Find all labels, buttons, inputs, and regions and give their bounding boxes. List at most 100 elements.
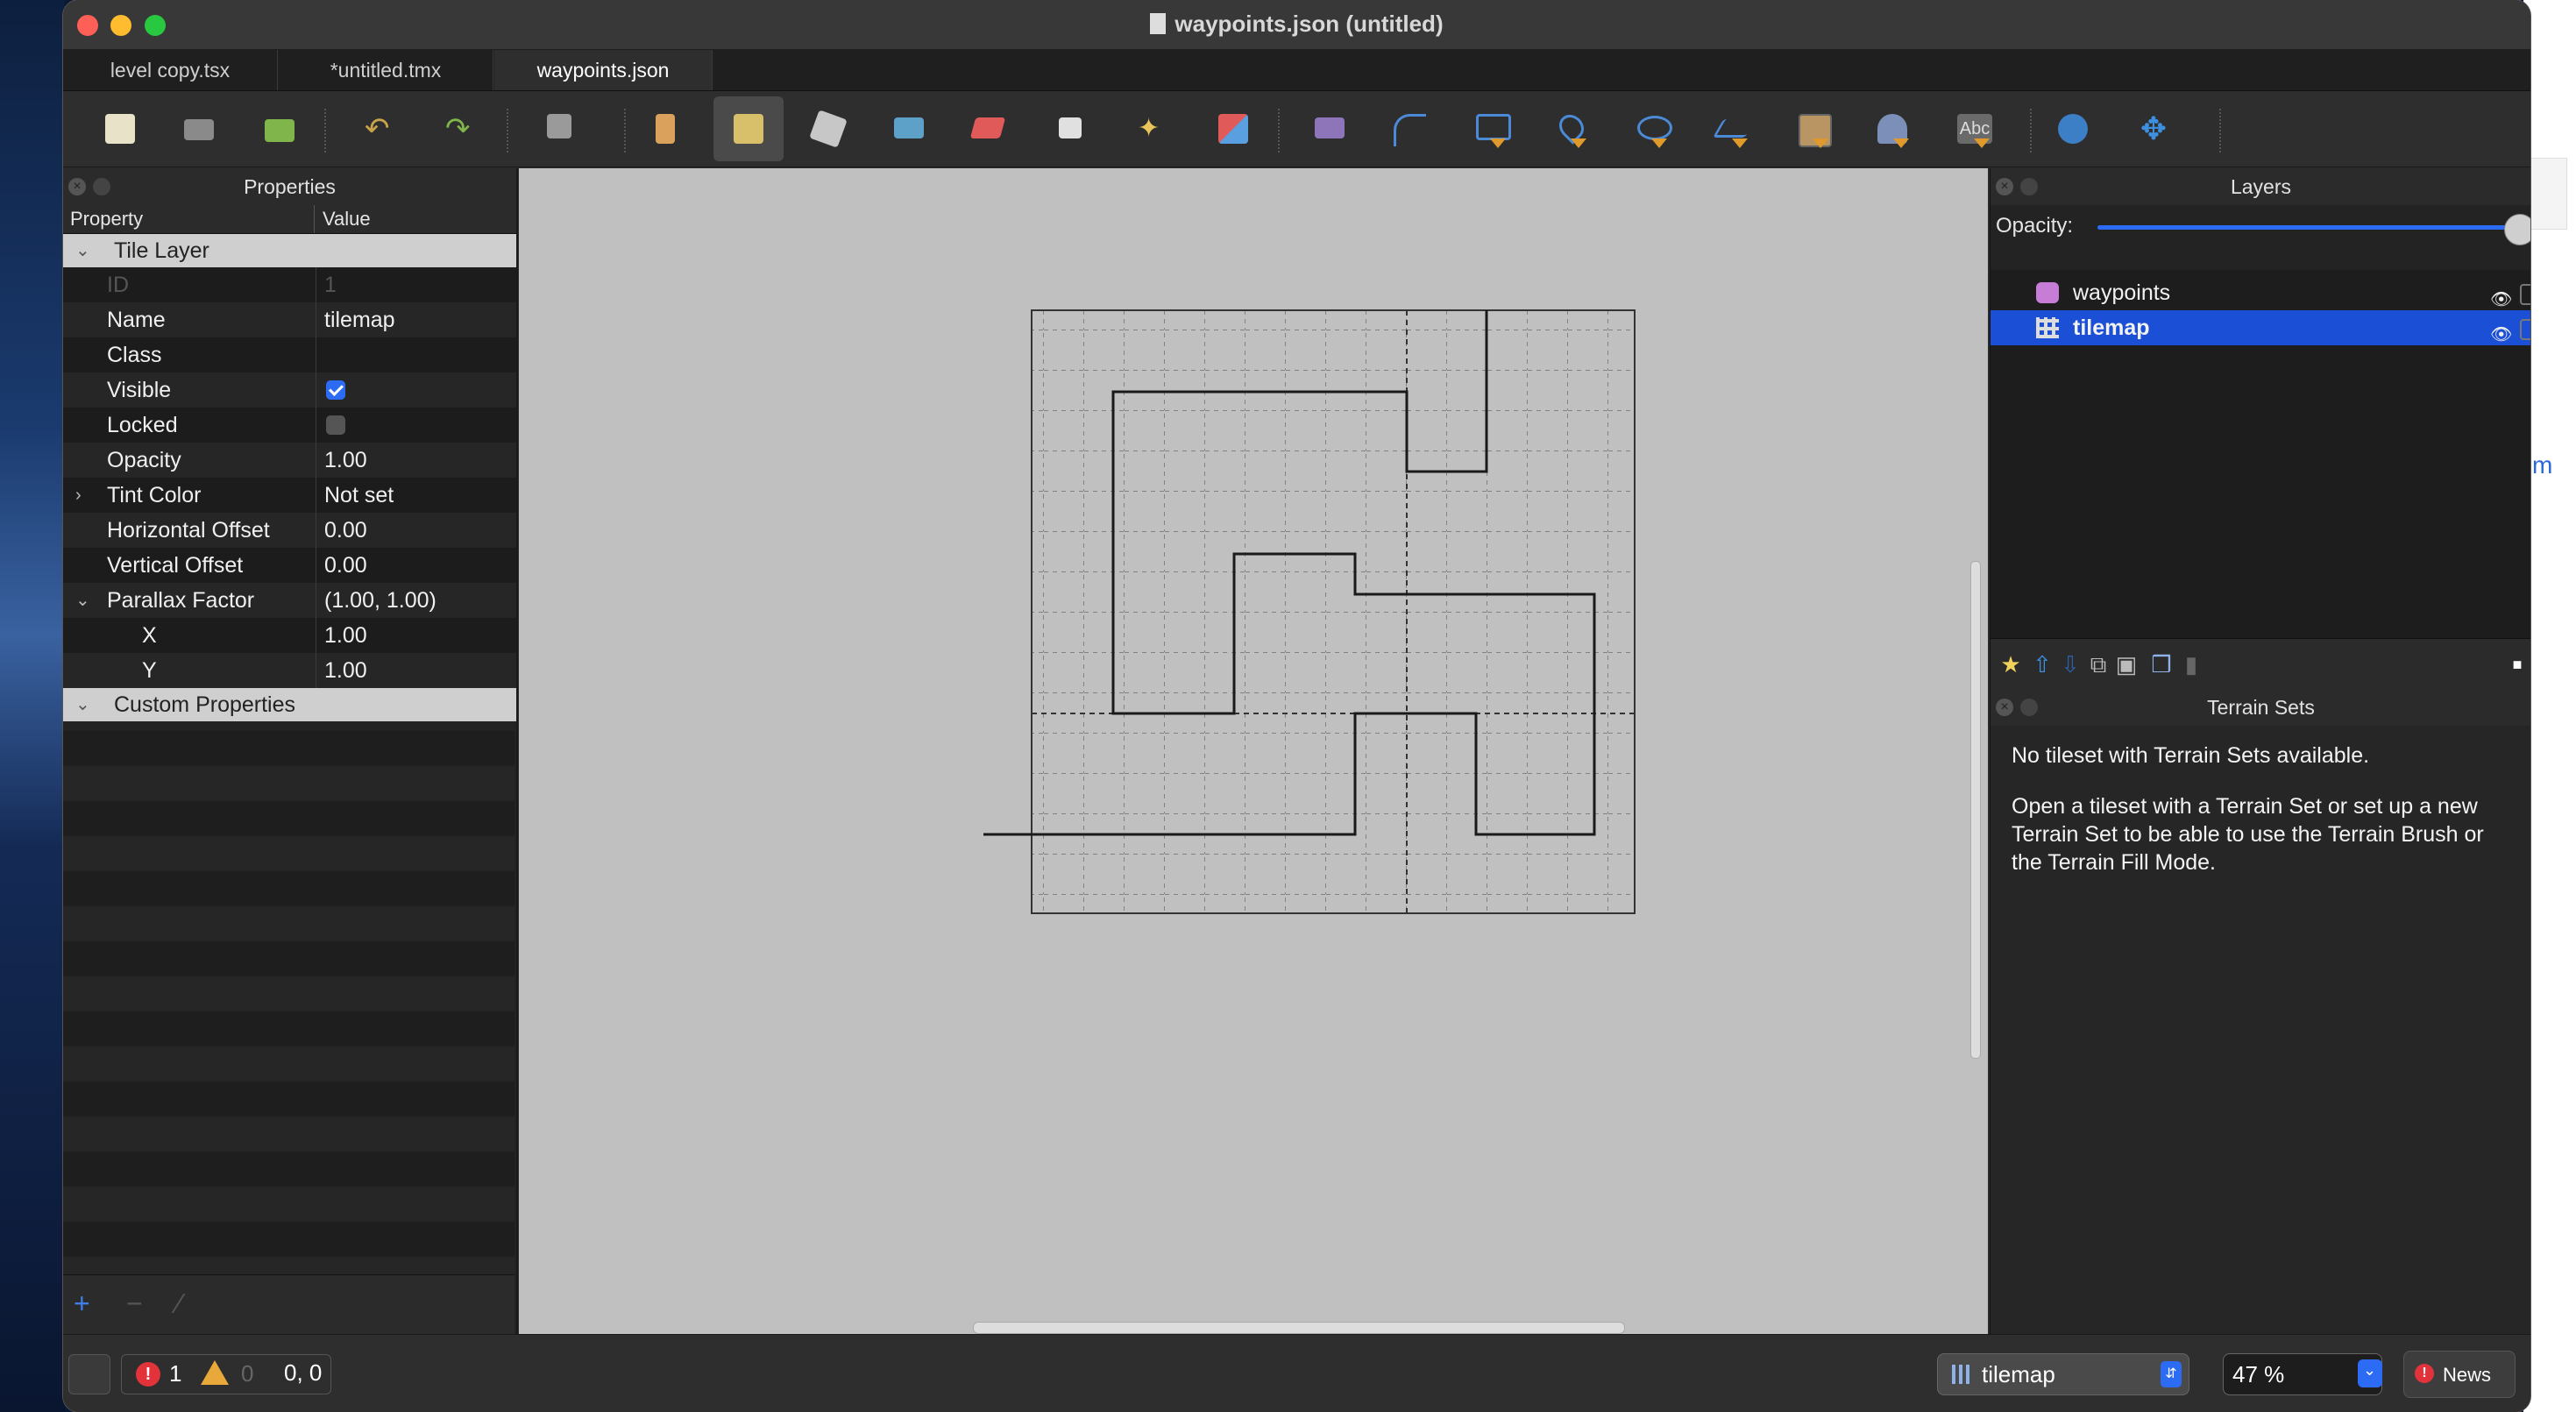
eraser-icon[interactable] [966, 107, 1010, 151]
horizontal-scrollbar[interactable] [973, 1322, 1625, 1334]
chevron-down-icon[interactable] [1813, 138, 1828, 148]
property-value[interactable]: 1.00 [324, 443, 367, 478]
column-value[interactable]: Value [323, 208, 371, 231]
opacity-slider-handle[interactable] [2504, 214, 2530, 245]
save-icon[interactable] [258, 107, 302, 151]
vertical-scrollbar[interactable] [1970, 561, 1981, 1059]
properties-panel-header: × Properties [63, 168, 516, 205]
group-tile-layer[interactable]: ⌄ Tile Layer [63, 234, 516, 267]
chevron-down-icon[interactable] [1732, 138, 1748, 148]
property-row-vertical-offset[interactable]: Vertical Offset 0.00 [63, 548, 516, 583]
close-panel-icon[interactable]: × [1996, 178, 2013, 195]
chevron-down-icon[interactable]: ⌄ [75, 583, 90, 618]
select-same-tile-icon[interactable] [1211, 107, 1255, 151]
magic-wand-icon[interactable]: ✦ [1131, 107, 1174, 151]
remove-property-icon[interactable]: − [126, 1288, 143, 1320]
chevron-right-icon[interactable]: › [75, 478, 82, 513]
visible-checkbox[interactable] [326, 380, 345, 400]
tab-level-copy[interactable]: level copy.tsx [63, 50, 278, 90]
property-row-parallax-x[interactable]: X 1.00 [63, 618, 516, 653]
property-row-parallax-factor[interactable]: ⌄ Parallax Factor (1.00, 1.00) [63, 583, 516, 618]
property-value[interactable]: (1.00, 1.00) [324, 583, 436, 618]
document-tabs: level copy.tsx *untitled.tmx waypoints.j… [63, 50, 2530, 91]
properties-panel: × Properties Property Value ⌄ Tile Layer… [63, 168, 518, 1335]
bucket-fill-icon[interactable] [806, 107, 850, 151]
float-panel-icon[interactable] [2020, 699, 2038, 716]
highlight-layer-icon[interactable]: ❒ [2148, 651, 2175, 678]
chevron-down-icon[interactable]: ⌄ [75, 688, 90, 721]
property-value[interactable]: 1.00 [324, 618, 367, 653]
delete-layer-icon[interactable]: ▣ [2113, 651, 2140, 678]
tab-waypoints-json[interactable]: waypoints.json [494, 50, 713, 90]
properties-column-header: Property Value [63, 205, 516, 234]
edit-polygons-icon[interactable] [1387, 107, 1430, 151]
property-value[interactable]: 0.00 [324, 548, 367, 583]
chevron-down-icon[interactable] [1571, 138, 1586, 148]
chevron-down-icon[interactable]: ⌄ [75, 234, 90, 267]
lock-icon[interactable] [2520, 284, 2530, 305]
chevron-down-icon[interactable] [1893, 138, 1909, 148]
lock-icon[interactable] [2520, 319, 2530, 340]
property-value[interactable]: Not set [324, 478, 394, 513]
property-row-horizontal-offset[interactable]: Horizontal Offset 0.00 [63, 513, 516, 548]
move-icon[interactable]: ✥ [2132, 107, 2175, 151]
layer-row-waypoints[interactable]: waypoints 👁 [1991, 275, 2530, 310]
property-row-parallax-y[interactable]: Y 1.00 [63, 653, 516, 688]
map-canvas[interactable] [519, 168, 1988, 1334]
layer-row-tilemap[interactable]: tilemap 👁 [1991, 310, 2530, 345]
property-row-opacity[interactable]: Opacity 1.00 [63, 443, 516, 478]
property-row-id[interactable]: ID 1 [63, 267, 516, 302]
zoom-dropdown-button[interactable]: ⌄ [2358, 1359, 2382, 1387]
property-row-name[interactable]: Name tilemap [63, 302, 516, 337]
chevron-down-icon[interactable] [1651, 138, 1667, 148]
chevron-down-icon[interactable] [1490, 138, 1506, 148]
rename-property-icon[interactable]: ∕ [177, 1288, 181, 1320]
eye-icon[interactable]: 👁 [2490, 282, 2513, 309]
property-row-tint-color[interactable]: › Tint Color Not set [63, 478, 516, 513]
new-layer-icon[interactable]: ★ [1998, 651, 2024, 678]
eye-icon[interactable]: 👁 [2490, 317, 2513, 344]
open-icon[interactable] [177, 107, 221, 151]
float-panel-icon[interactable] [93, 178, 110, 195]
property-row-visible[interactable]: Visible [63, 373, 516, 408]
tab-untitled-tmx[interactable]: *untitled.tmx [279, 50, 493, 90]
float-panel-icon[interactable] [2020, 178, 2038, 195]
layer-name: waypoints [2073, 280, 2171, 305]
current-layer-select[interactable]: tilemap ⇵ [1937, 1353, 2189, 1395]
panel-menu-icon[interactable]: ■ [2504, 651, 2530, 678]
window-title-text: waypoints.json (untitled) [1174, 11, 1444, 37]
group-custom-properties[interactable]: ⌄ Custom Properties [63, 688, 516, 721]
property-value[interactable]: 1.00 [324, 653, 367, 688]
console-toggle-icon[interactable] [68, 1354, 110, 1394]
duplicate-layer-icon[interactable]: ⧉ [2085, 651, 2111, 678]
stamp-brush-icon[interactable] [643, 107, 687, 151]
raise-layer-icon[interactable]: ⇧ [2029, 651, 2055, 678]
chevron-down-icon[interactable] [1974, 138, 1990, 148]
property-row-locked[interactable]: Locked [63, 408, 516, 443]
world-tool-icon[interactable] [2051, 107, 2095, 151]
locked-checkbox[interactable] [326, 415, 345, 435]
undo-icon[interactable]: ↶ [358, 107, 401, 151]
add-property-icon[interactable]: + [74, 1288, 90, 1320]
shape-fill-icon[interactable] [887, 107, 931, 151]
select-objects-icon[interactable] [1308, 107, 1352, 151]
terrain-brush-icon[interactable] [713, 96, 784, 161]
opacity-slider-track[interactable] [2097, 225, 2516, 230]
property-value[interactable]: tilemap [324, 302, 395, 337]
random-mode-icon[interactable] [540, 107, 584, 151]
property-value[interactable]: 0.00 [324, 513, 367, 548]
close-panel-icon[interactable]: × [68, 178, 86, 195]
news-button[interactable]: ! News [2403, 1351, 2516, 1398]
updown-icon[interactable]: ⇵ [2161, 1361, 2182, 1387]
terrain-message-1: No tileset with Terrain Sets available. [2012, 743, 2370, 768]
redo-icon[interactable]: ↷ [438, 107, 482, 151]
close-panel-icon[interactable]: × [1996, 699, 2013, 716]
column-divider[interactable] [314, 205, 315, 233]
toolbar-separator [624, 109, 628, 153]
lock-layer-icon[interactable]: ▮ [2178, 651, 2204, 678]
lower-layer-icon[interactable]: ⇩ [2057, 651, 2083, 678]
rectangle-select-icon[interactable] [1048, 107, 1092, 151]
column-property[interactable]: Property [70, 208, 143, 231]
property-row-class[interactable]: Class [63, 337, 516, 373]
new-map-icon[interactable] [98, 107, 142, 151]
